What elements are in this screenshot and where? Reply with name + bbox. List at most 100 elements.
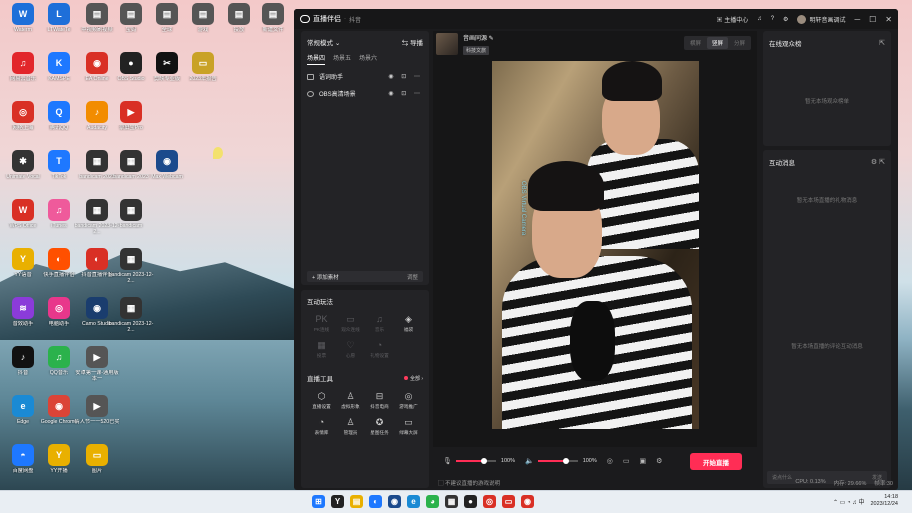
taskbar-app-icon[interactable]: ◕ — [426, 495, 439, 508]
minimize-button[interactable]: ─ — [854, 15, 860, 24]
source-item[interactable]: OBS高清场景 ◉ ⊡ ⋯ — [301, 85, 429, 102]
live-tool[interactable]: ⊟ 抖音电商 — [365, 391, 394, 410]
app-icon: ● — [120, 52, 142, 74]
live-tool[interactable]: ✪ 星图任务 — [365, 417, 394, 436]
online-audience-title: 在线观众榜 — [769, 41, 802, 48]
category-badge[interactable]: 科技文旅 — [463, 46, 490, 55]
desktop-icon[interactable]: ▦ bandicam 2023-12-2... — [108, 297, 154, 333]
taskbar-app-icon[interactable]: ◎ — [483, 495, 496, 508]
guide-button[interactable]: ⇆ 导播 — [402, 37, 423, 47]
app-platform: 抖音 — [349, 17, 362, 24]
desktop-icon[interactable]: ▶ 情人节一一520已买 — [74, 395, 120, 425]
taskbar-app-icon[interactable]: ◉ — [521, 495, 534, 508]
source-item[interactable]: 语词助手 ◉ ⊡ ⋯ — [301, 68, 429, 85]
desktop-icon[interactable]: ▦ bandicam 2023-12-2... — [108, 248, 154, 284]
screen-icon[interactable]: ▭ — [623, 457, 630, 465]
gear-icon[interactable]: ⚙ — [656, 457, 662, 465]
orientation-portrait[interactable]: 竖屏 — [706, 37, 728, 49]
filter-icon[interactable]: ◎ — [607, 457, 613, 465]
camera-icon[interactable]: ▣ — [640, 457, 647, 465]
desktop-icon[interactable]: ▭ 图片 — [74, 444, 120, 474]
taskbar-app-icon[interactable]: ⊞ — [312, 495, 325, 508]
headset-icon[interactable]: ♫ — [757, 16, 762, 22]
speaker-icon[interactable]: 🔈 — [525, 457, 534, 465]
settings-popout-icons[interactable]: ⚙ ⇱ — [871, 158, 885, 166]
interaction-tool[interactable]: ▦ 投票 — [307, 340, 336, 359]
orientation-split[interactable]: 分屏 — [729, 37, 750, 49]
live-tool[interactable]: ◔ 表情库 — [307, 417, 336, 436]
speaker-volume-slider[interactable] — [537, 458, 578, 464]
cpu-usage: CPU: 0.13% — [795, 479, 826, 485]
app-icon: Y — [12, 248, 34, 270]
interaction-tool[interactable]: ♫ 音乐 — [365, 314, 394, 333]
interaction-tool[interactable]: ▭ 观众连线 — [336, 314, 365, 333]
all-tools-link[interactable]: 全部 › — [403, 375, 423, 382]
live-tool[interactable]: ♙ 虚拟形象 — [336, 391, 365, 410]
taskbar-app-icon[interactable]: ◉ — [388, 495, 401, 508]
app-icon: ▭ — [192, 52, 214, 74]
taskbar-app-icon[interactable]: ▤ — [350, 495, 363, 508]
maximize-button[interactable]: ☐ — [869, 15, 876, 24]
clock[interactable]: 14:18 2023/12/24 — [870, 494, 898, 508]
orientation-landscape[interactable]: 横屏 — [685, 37, 706, 49]
tab-scene-6[interactable]: 场景六 — [359, 53, 377, 65]
channel-title[interactable]: 音画同源 ✎ — [463, 33, 494, 42]
source-actions[interactable]: ◉ ⊡ ⋯ — [388, 73, 423, 80]
live-tool[interactable]: ◎ 游戏推广 — [394, 391, 423, 410]
interaction-panel: 互动玩法 PK PK连线 ▭ 观众连线 ♫ 音乐 ◈ 福袋 ▦ 投票 ♡ 心愿 ◔ 礼物设置 直播工具 全… — [301, 290, 429, 488]
interaction-tool[interactable]: ◔ 礼物设置 — [365, 340, 394, 359]
game-hint-link[interactable]: ▢ 不建议直播的游戏说明 — [438, 479, 500, 487]
user-center-label: 主播中心 — [724, 17, 749, 24]
clock-time: 14:18 — [884, 494, 898, 500]
app-icon: ▦ — [86, 199, 108, 221]
live-tool[interactable]: ♙ 管理员 — [336, 417, 365, 436]
tool-icon: PK — [315, 314, 328, 324]
help-icon[interactable]: ? — [771, 16, 774, 22]
add-source-button[interactable]: + 添加素材 调整 — [307, 271, 423, 282]
interaction-tool[interactable]: ◈ 福袋 — [394, 314, 423, 333]
video-preview[interactable]: OBS Virtual Camera — [492, 61, 699, 429]
taskbar: ⊞ Y ▤ ◐ ◉ e ◕ ▦ ● ◎ ▭ ◉ ⌃ ▭ ◔ ♫ 中 14:18 2023/12/24 — [0, 490, 912, 513]
taskbar-app-icon[interactable]: ▦ — [445, 495, 458, 508]
start-live-button[interactable]: 开始直播 — [690, 453, 742, 470]
app-icon: ♫ — [48, 199, 70, 221]
scene-panel: 常规模式 ⌄ ⇆ 导播 场景四 场景五 场景六 语词助手 ◉ ⊡ ⋯ OBS高清… — [301, 31, 429, 285]
microphone-icon[interactable]: 🎙 — [443, 457, 452, 465]
user-profile[interactable]: 明轩音画调试 — [797, 14, 845, 24]
desktop-icon-label: 录屏宝Pro — [119, 125, 143, 131]
tab-scene-5[interactable]: 场景五 — [333, 53, 351, 65]
settings-icon[interactable]: ⚙ — [783, 16, 788, 23]
desktop-icon[interactable]: ▶ 录屏宝Pro — [108, 101, 154, 131]
taskbar-app-icon[interactable]: Y — [331, 495, 344, 508]
taskbar-app-icon[interactable]: ● — [464, 495, 477, 508]
desktop-icon[interactable]: ▶ 安卓第一课-通用版本一 — [74, 346, 120, 382]
taskbar-app-icon[interactable]: ▭ — [502, 495, 515, 508]
title-bar[interactable]: 直播伴侣 · 抖音 ▣ 主播中心 ♫ ? ⚙ 明轩音画调试 ─ ☐ ✕ — [294, 9, 898, 29]
adjust-label[interactable]: 调整 — [407, 273, 418, 281]
popout-icon[interactable]: ⇱ — [879, 39, 885, 47]
mic-volume-slider[interactable] — [455, 458, 496, 464]
channel-thumbnail[interactable] — [436, 33, 458, 55]
camera-overlay-text: OBS Virtual Camera — [520, 181, 526, 236]
desktop-icon[interactable]: ▭ 2023年报告 — [180, 52, 226, 82]
live-tool[interactable]: ⬡ 直播设置 — [307, 391, 336, 410]
mouse-cursor — [213, 147, 223, 159]
live-tool[interactable]: ▭ 绿幕大屏 — [394, 417, 423, 436]
desktop-icon[interactable]: ▤ 新建文件 — [250, 3, 296, 33]
taskbar-app-icon[interactable]: ◐ — [369, 495, 382, 508]
taskbar-apps: ⊞ Y ▤ ◐ ◉ e ◕ ▦ ● ◎ ▭ ◉ — [312, 495, 534, 508]
desktop-icon[interactable]: ▦ bandicam — [108, 199, 154, 229]
interaction-tool[interactable]: ♡ 心愿 — [336, 340, 365, 359]
source-actions[interactable]: ◉ ⊡ ⋯ — [388, 90, 423, 97]
mode-dropdown[interactable]: 常规模式 ⌄ — [307, 37, 340, 47]
app-icon: W — [12, 199, 34, 221]
user-center-link[interactable]: ▣ 主播中心 — [717, 15, 749, 24]
tray-icons[interactable]: ⌃ ▭ ◔ ♫ 中 — [833, 497, 865, 506]
tool-icon: ⬡ — [317, 391, 326, 401]
close-button[interactable]: ✕ — [885, 15, 892, 24]
desktop-icon[interactable]: ◉ Max Webcam — [144, 150, 190, 180]
taskbar-app-icon[interactable]: e — [407, 495, 420, 508]
tab-scene-4[interactable]: 场景四 — [307, 53, 326, 65]
interaction-tool[interactable]: PK PK连线 — [307, 314, 336, 333]
notification-dot — [403, 375, 408, 380]
